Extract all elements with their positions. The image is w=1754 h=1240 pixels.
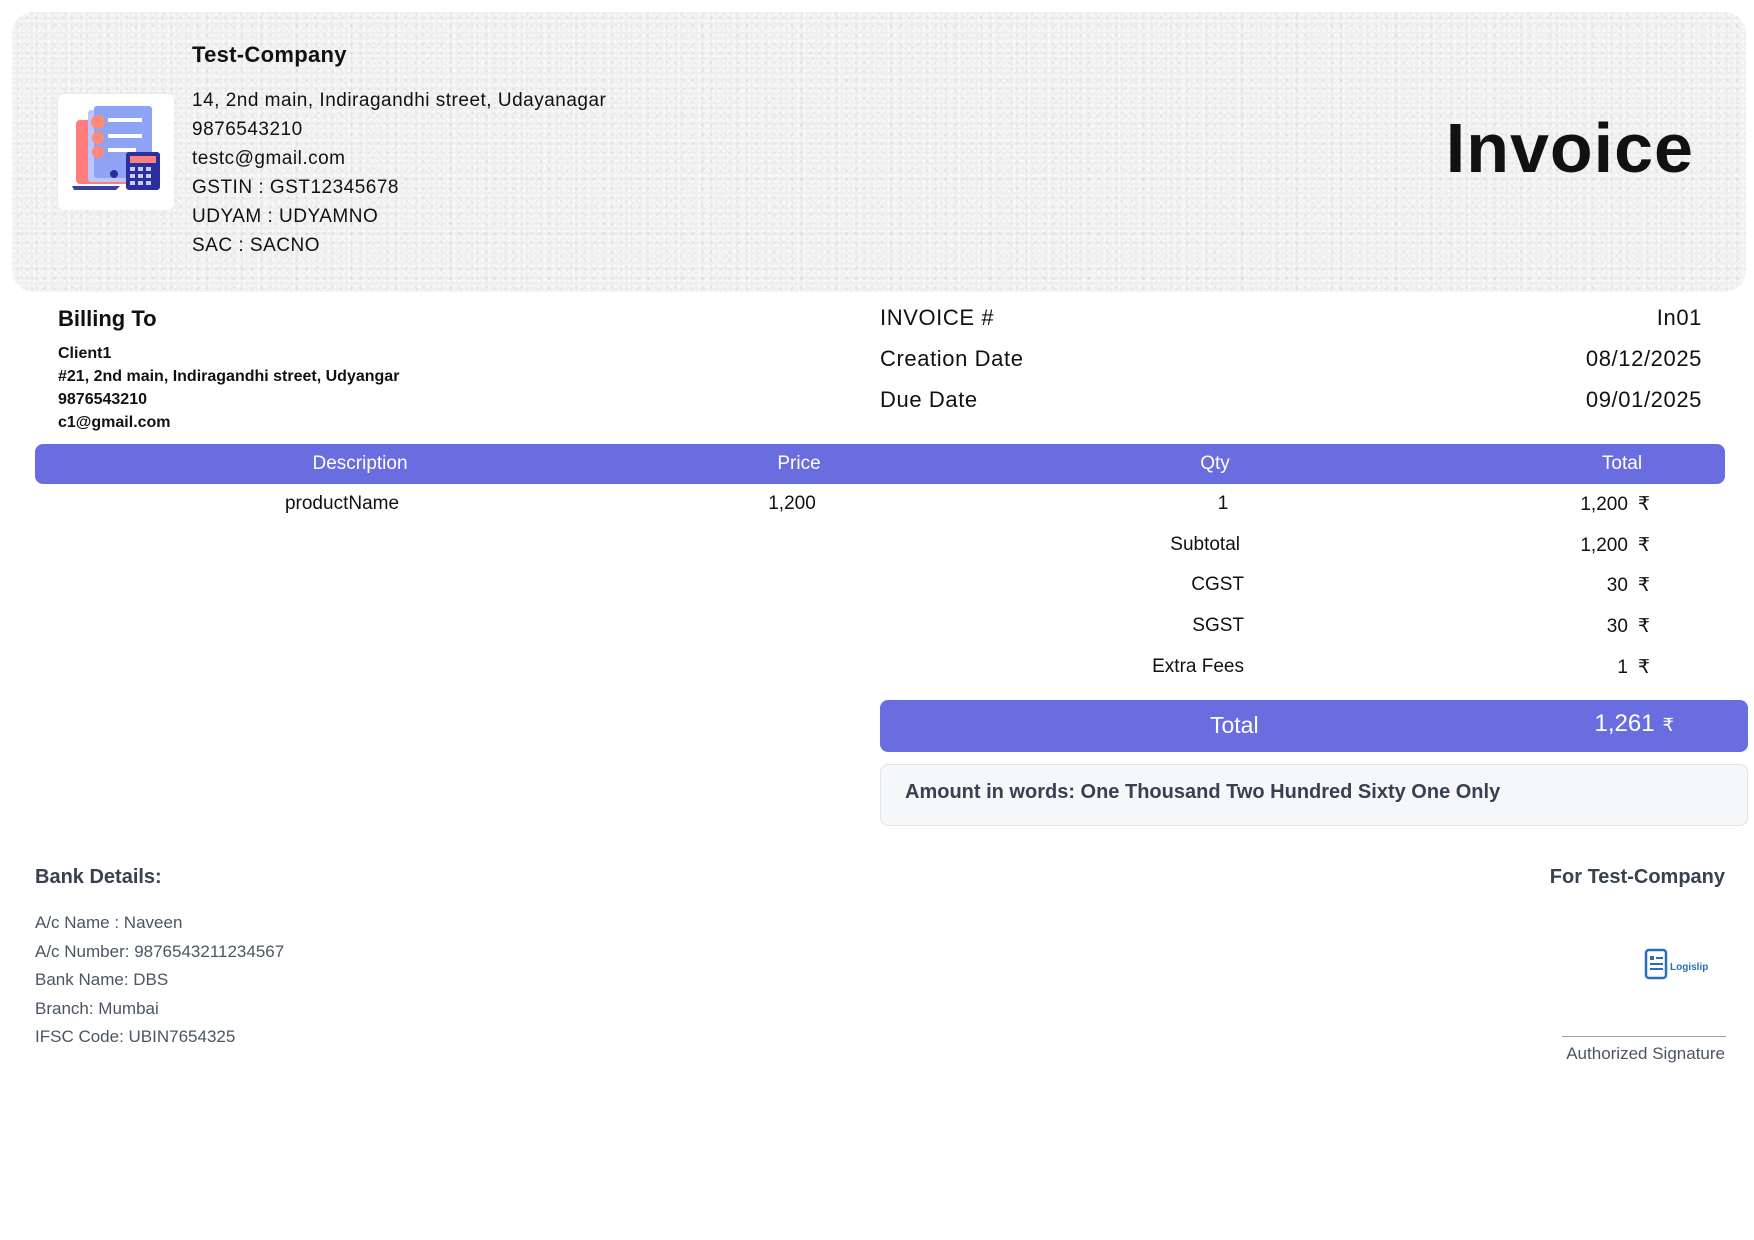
bank-ifsc: IFSC Code: UBIN7654325 bbox=[35, 1027, 236, 1046]
cgst-amount: 30 bbox=[1606, 575, 1628, 596]
sgst-label: SGST bbox=[1192, 615, 1244, 636]
bank-details-title: Bank Details: bbox=[35, 866, 162, 888]
amount-in-words-box: Amount in words: One Thousand Two Hundre… bbox=[880, 764, 1748, 826]
currency-symbol: ₹ bbox=[1637, 616, 1650, 637]
subtotal-label: Subtotal bbox=[1170, 534, 1240, 555]
row-total: 1,200 ₹ bbox=[1450, 493, 1650, 516]
creation-date-label: Creation Date bbox=[880, 346, 1024, 371]
extra-fees-label: Extra Fees bbox=[1152, 656, 1244, 677]
invoice-number-label: INVOICE # bbox=[880, 305, 995, 330]
column-header-description: Description bbox=[312, 453, 408, 474]
cgst-label: CGST bbox=[1191, 574, 1244, 595]
client-email: c1@gmail.com bbox=[58, 414, 171, 431]
column-header-total: Total bbox=[1601, 453, 1643, 474]
for-company-label: For Test-Company bbox=[1549, 866, 1725, 888]
column-header-qty: Qty bbox=[1200, 453, 1230, 474]
row-total-amount: 1,200 bbox=[1580, 494, 1628, 515]
client-name: Client1 bbox=[58, 345, 112, 362]
invoice-meta: INVOICE # In01 Creation Date 08/12/2025 … bbox=[880, 305, 1702, 428]
items-table-header: Description Price Qty Total bbox=[35, 444, 1725, 484]
creation-date-value: 08/12/2025 bbox=[1585, 346, 1702, 371]
currency-symbol: ₹ bbox=[1637, 575, 1650, 596]
company-address: 14, 2nd main, Indiragandhi street, Udaya… bbox=[192, 90, 607, 111]
row-qty: 1 bbox=[1217, 493, 1229, 514]
company-info: Test-Company 14, 2nd main, Indiragandhi … bbox=[192, 42, 606, 260]
invoice-header: Test-Company 14, 2nd main, Indiragandhi … bbox=[12, 12, 1746, 292]
grand-total-label: Total bbox=[1210, 712, 1259, 738]
bank-branch: Branch: Mumbai bbox=[35, 998, 159, 1018]
invoice-title: Invoice bbox=[1445, 109, 1694, 187]
subtotal-amount: 1,200 bbox=[1580, 535, 1628, 556]
due-date-value: 09/01/2025 bbox=[1585, 387, 1702, 412]
due-date-row: Due Date 09/01/2025 bbox=[880, 387, 1702, 428]
grand-total-bar: Total 1,261 ₹ bbox=[880, 700, 1748, 752]
bank-details: Bank Details: A/c Name : Naveen A/c Numb… bbox=[35, 866, 284, 1052]
currency-symbol: ₹ bbox=[1662, 715, 1674, 735]
cgst-value: 30 ₹ bbox=[1450, 574, 1650, 597]
creation-date-row: Creation Date 08/12/2025 bbox=[880, 346, 1702, 387]
row-price: 1,200 bbox=[768, 493, 816, 514]
company-email: testc@gmail.com bbox=[192, 148, 346, 169]
client-address: #21, 2nd main, Indiragandhi street, Udya… bbox=[58, 368, 400, 385]
invoice-number-row: INVOICE # In01 bbox=[880, 305, 1702, 346]
svg-text:Logislip: Logislip bbox=[1670, 962, 1708, 973]
extra-fees-value: 1 ₹ bbox=[1450, 656, 1650, 679]
company-sac: SAC : SACNO bbox=[192, 235, 320, 256]
grand-total-value: 1,261 ₹ bbox=[1594, 710, 1674, 738]
due-date-label: Due Date bbox=[880, 387, 978, 412]
extra-fees-amount: 1 bbox=[1617, 657, 1628, 678]
logislip-logo-icon: Logislip bbox=[1644, 948, 1716, 987]
invoice-number-value: In01 bbox=[1656, 305, 1702, 330]
subtotal-value: 1,200 ₹ bbox=[1450, 534, 1650, 557]
bank-account-name: A/c Name : Naveen bbox=[35, 913, 183, 932]
sgst-value: 30 ₹ bbox=[1450, 615, 1650, 638]
company-udyam: UDYAM : UDYAMNO bbox=[192, 206, 379, 227]
bank-name: Bank Name: DBS bbox=[35, 970, 169, 989]
company-name: Test-Company bbox=[192, 42, 347, 67]
bank-account-number: A/c Number: 9876543211234567 bbox=[35, 941, 285, 961]
billing-to: Billing To Client1 #21, 2nd main, Indira… bbox=[58, 306, 399, 434]
authorized-signature-label: Authorized Signature bbox=[1566, 1044, 1725, 1063]
currency-symbol: ₹ bbox=[1637, 657, 1650, 678]
currency-symbol: ₹ bbox=[1637, 494, 1650, 515]
signature-line bbox=[1562, 1036, 1726, 1037]
amount-in-words: Amount in words: One Thousand Two Hundre… bbox=[905, 781, 1501, 803]
column-header-price: Price bbox=[777, 453, 821, 474]
sgst-amount: 30 bbox=[1606, 616, 1628, 637]
invoice-logo-icon bbox=[58, 94, 174, 210]
row-description: productName bbox=[284, 493, 400, 514]
company-gstin: GSTIN : GST12345678 bbox=[192, 177, 399, 198]
company-phone: 9876543210 bbox=[192, 119, 303, 140]
client-phone: 9876543210 bbox=[58, 391, 147, 408]
currency-symbol: ₹ bbox=[1637, 535, 1650, 556]
billing-title: Billing To bbox=[58, 306, 157, 331]
grand-total-amount: 1,261 bbox=[1594, 710, 1655, 737]
